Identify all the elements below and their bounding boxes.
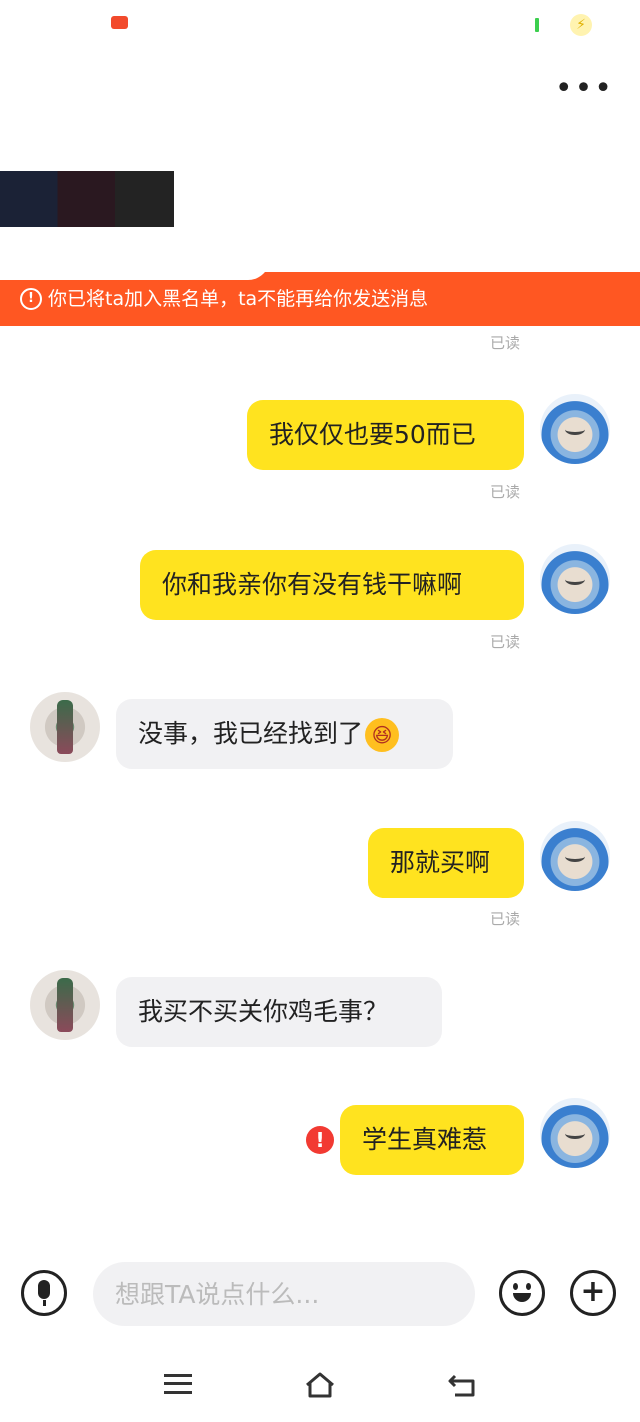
send-failed-icon[interactable]: ! <box>306 1126 334 1154</box>
signal-icon <box>535 18 539 32</box>
my-avatar[interactable] <box>540 544 610 614</box>
notification-app-icon <box>111 16 128 29</box>
voice-input-icon[interactable] <box>21 1270 67 1316</box>
my-avatar[interactable] <box>540 1098 610 1168</box>
message-input-bar: + <box>0 1258 640 1338</box>
contact-avatar[interactable] <box>30 692 100 762</box>
read-receipt: 已读 <box>490 910 521 928</box>
status-bar: ⚡ <box>0 0 640 50</box>
read-receipt: 已读 <box>490 334 521 352</box>
contact-avatar[interactable] <box>30 970 100 1040</box>
system-navigation-bar <box>0 1350 640 1422</box>
read-receipt: 已读 <box>490 633 521 651</box>
read-receipt: 已读 <box>490 483 521 501</box>
redacted-header-image <box>0 171 174 227</box>
back-icon[interactable] <box>447 1372 477 1398</box>
laughing-emoji-icon: 😆 <box>365 718 400 752</box>
message-bubble-mine[interactable]: 我仅仅也要50而已 <box>247 400 524 470</box>
home-icon[interactable] <box>305 1372 335 1398</box>
message-bubble-theirs[interactable]: 我买不买关你鸡毛事？ <box>116 977 442 1047</box>
my-avatar[interactable] <box>540 394 610 464</box>
message-bubble-mine[interactable]: 你和我亲你有没有钱干嘛啊 <box>140 550 524 620</box>
emoji-picker-icon[interactable] <box>499 1270 545 1316</box>
message-input[interactable] <box>93 1262 475 1326</box>
menu-icon[interactable] <box>164 1374 192 1394</box>
message-bubble-mine[interactable]: 那就买啊 <box>368 828 524 898</box>
info-circle-icon: ! <box>20 288 42 310</box>
my-avatar[interactable] <box>540 821 610 891</box>
more-options-button[interactable]: ••• <box>555 74 614 104</box>
message-bubble-theirs[interactable]: 没事，我已经找到了 😆 <box>116 699 453 769</box>
add-attachment-icon[interactable]: + <box>570 1270 616 1316</box>
message-text: 没事，我已经找到了 <box>138 719 364 748</box>
message-bubble-mine[interactable]: 学生真难惹 <box>340 1105 524 1175</box>
banner-text: 你已将ta加入黑名单，ta不能再给你发送消息 <box>48 288 429 310</box>
charging-icon: ⚡ <box>570 14 592 36</box>
blacklist-banner: ! 你已将ta加入黑名单，ta不能再给你发送消息 <box>0 272 640 326</box>
